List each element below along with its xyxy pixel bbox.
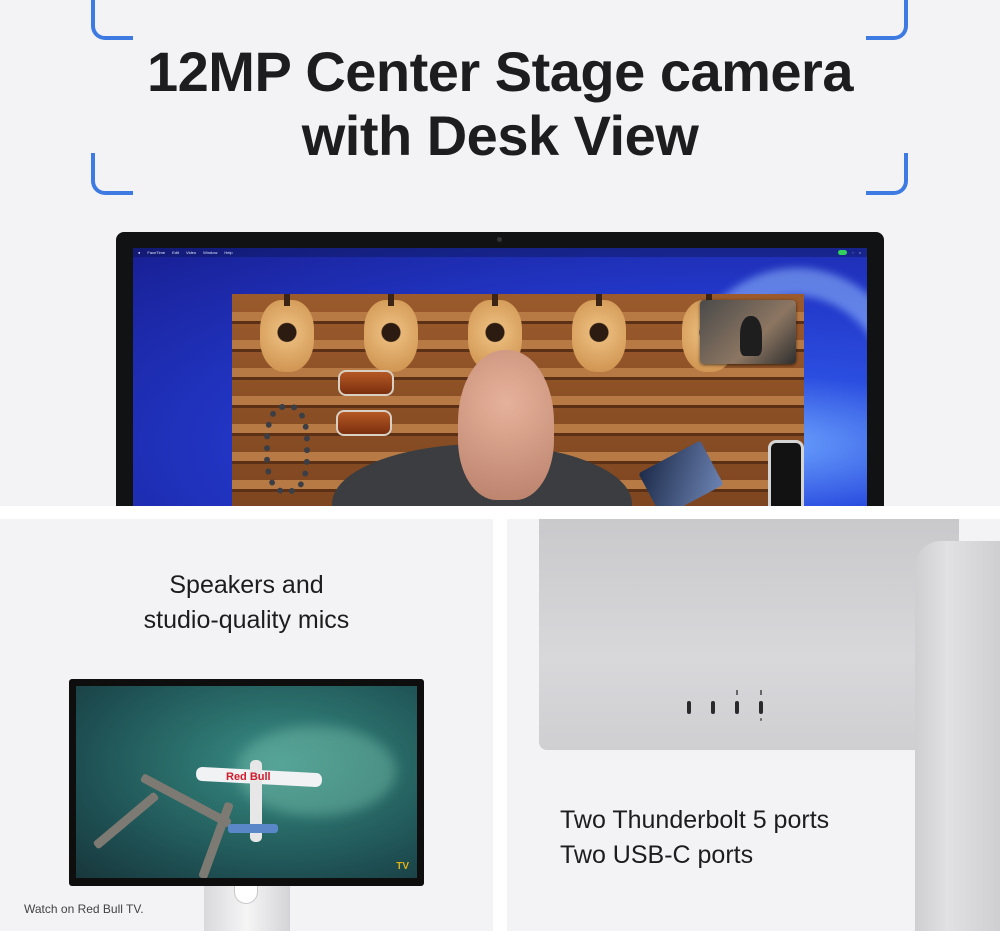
ports-line-usb-c: Two USB-C ports xyxy=(560,841,754,869)
frame-corner-top-left xyxy=(91,0,133,40)
jetty xyxy=(92,791,160,850)
cables xyxy=(264,404,310,494)
menu-item-help: Help xyxy=(224,250,233,255)
menu-item-window: Window xyxy=(203,250,218,255)
red-bull-tv-logo: TV xyxy=(396,861,409,872)
display-side-frame xyxy=(915,541,1000,931)
guitar xyxy=(260,294,314,372)
menu-item-video: Video xyxy=(185,250,197,255)
camera-title-line-1: 12MP Center Stage camera xyxy=(147,40,854,103)
display-stand xyxy=(204,886,290,931)
apple-menu-icon: ● xyxy=(138,250,141,255)
thunderbolt-icon xyxy=(760,690,762,695)
menu-item-facetime: FaceTime xyxy=(147,250,166,255)
drum xyxy=(336,410,392,436)
participant-head xyxy=(458,350,554,500)
usb-c-port xyxy=(687,701,691,714)
frame-corner-top-right xyxy=(866,0,908,40)
speakers-title-line-1: Speakers and xyxy=(169,571,324,599)
camera-icon xyxy=(497,237,502,242)
facetime-video-window xyxy=(232,294,804,506)
menu-bar-status: ◦ ○ xyxy=(838,250,867,255)
display-screen: ● FaceTime Edit Video Window Help ◦ ○ xyxy=(133,248,867,506)
cable-hole xyxy=(234,886,258,904)
menu-bar: ● FaceTime Edit Video Window Help ◦ ○ xyxy=(133,248,867,257)
guitar xyxy=(364,294,418,372)
camera-feature-title: 12MP Center Stage camera with Desk View xyxy=(100,40,900,168)
airplane-tail xyxy=(228,824,278,833)
camera-in-use-icon xyxy=(838,250,848,255)
self-view-person xyxy=(740,316,762,356)
package xyxy=(638,440,724,506)
drum xyxy=(338,370,394,396)
self-view-thumbnail[interactable] xyxy=(700,300,796,364)
speakers-title: Speakers and studio-quality mics xyxy=(0,568,493,638)
search-icon: ○ xyxy=(858,250,861,255)
studio-display-front: ● FaceTime Edit Video Window Help ◦ ○ xyxy=(116,232,884,506)
speakers-title-line-2: studio-quality mics xyxy=(143,606,350,634)
ports-line-thunderbolt: Two Thunderbolt 5 ports xyxy=(560,806,830,834)
speakers-feature-panel: Speakers and studio-quality mics Red Bul… xyxy=(0,519,493,931)
red-bull-logo: Red Bull xyxy=(226,771,271,783)
thunderbolt-port xyxy=(759,701,763,714)
camera-feature-panel: 12MP Center Stage camera with Desk View … xyxy=(0,0,1000,506)
studio-display: Red Bull TV xyxy=(69,679,424,886)
display-back-panel xyxy=(539,519,959,750)
thunderbolt-icon xyxy=(736,690,738,695)
menu-item-edit: Edit xyxy=(172,250,179,255)
video-screen[interactable]: Red Bull TV xyxy=(76,686,417,878)
thunderbolt-port xyxy=(735,701,739,714)
ports-description: Two Thunderbolt 5 ports Two USB-C ports xyxy=(560,803,829,873)
ports-feature-panel: Two Thunderbolt 5 ports Two USB-C ports xyxy=(507,519,1000,931)
camera-title-line-2: with Desk View xyxy=(301,104,699,167)
port-indicator xyxy=(760,718,762,721)
guitar xyxy=(572,294,626,372)
usb-c-port xyxy=(711,701,715,714)
video-caption: Watch on Red Bull TV. xyxy=(24,902,144,916)
wifi-icon: ◦ xyxy=(852,250,854,255)
phone xyxy=(768,440,804,506)
